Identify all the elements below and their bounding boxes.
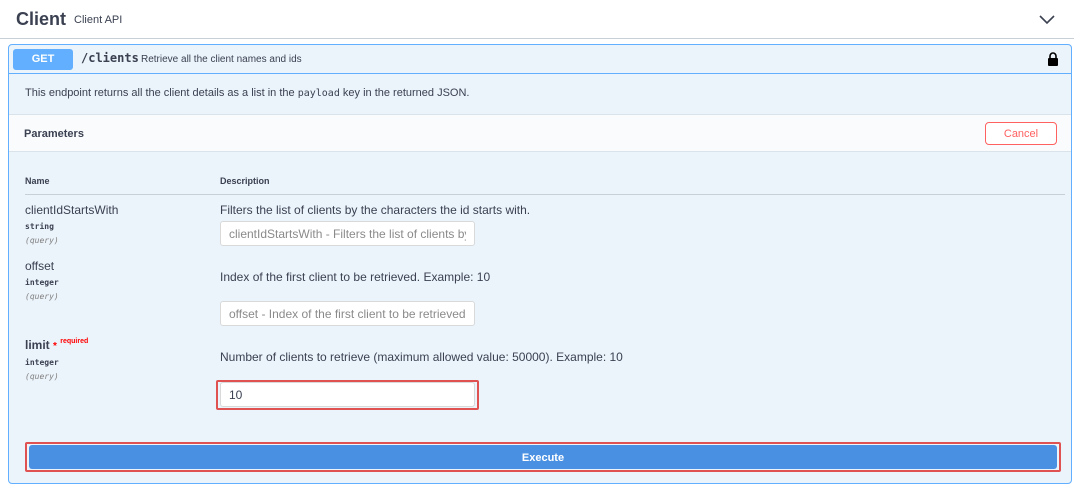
param-name: clientIdStartsWith xyxy=(25,203,119,217)
operation-path: /clients xyxy=(81,51,139,65)
cancel-button[interactable]: Cancel xyxy=(985,122,1057,145)
param-location: (query) xyxy=(25,236,59,245)
parameters-title: Parameters xyxy=(24,128,84,140)
operation-summary-text: Retrieve all the client names and ids xyxy=(141,54,302,65)
param-description: Number of clients to retrieve (maximum a… xyxy=(220,350,623,364)
param-type: string xyxy=(25,222,54,231)
lock-icon[interactable] xyxy=(1047,52,1059,66)
tag-description: Client API xyxy=(74,14,123,26)
limit-input[interactable] xyxy=(220,382,475,407)
payload-code: payload xyxy=(297,88,340,99)
param-description: Index of the first client to be retrieve… xyxy=(220,270,491,284)
chevron-down-icon[interactable] xyxy=(1038,12,1056,26)
column-header-description: Description xyxy=(220,176,270,186)
param-name: limit * required xyxy=(25,338,89,352)
tag-name: Client xyxy=(16,9,67,29)
required-label: required xyxy=(60,338,89,345)
execute-button[interactable]: Execute xyxy=(29,445,1057,469)
method-badge: GET xyxy=(13,49,73,70)
header-divider xyxy=(25,194,1065,195)
operation-summary[interactable]: GET /clients Retrieve all the client nam… xyxy=(9,45,1071,74)
tag-header[interactable]: Client Client API xyxy=(0,0,1074,39)
param-type: integer xyxy=(25,358,59,367)
offset-input[interactable] xyxy=(220,301,475,326)
column-header-name: Name xyxy=(25,176,50,186)
param-type: integer xyxy=(25,278,59,287)
param-name: offset xyxy=(25,259,55,273)
operation-block: GET /clients Retrieve all the client nam… xyxy=(8,44,1072,484)
param-location: (query) xyxy=(25,292,59,301)
required-star: * xyxy=(53,341,57,352)
operation-description: This endpoint returns all the client det… xyxy=(25,87,470,99)
param-description: Filters the list of clients by the chara… xyxy=(220,203,531,217)
param-location: (query) xyxy=(25,372,59,381)
parameters-header: Parameters Cancel xyxy=(9,114,1071,152)
client-id-starts-with-input[interactable] xyxy=(220,221,475,246)
